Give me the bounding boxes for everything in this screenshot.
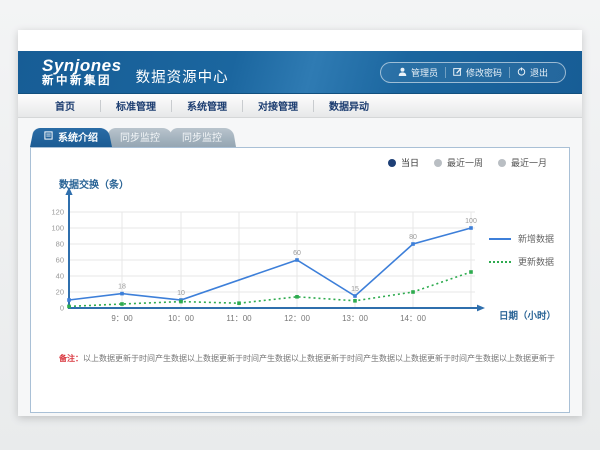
screen: Synjones 新中新集团 数据资源中心 管理员 修改密码: [0, 0, 600, 450]
svg-text:18: 18: [118, 284, 126, 291]
footnote-text: 以上数据更新于时间产生数据以上数据更新于时间产生数据以上数据更新于时间产生数据以…: [83, 354, 555, 363]
page-title: 数据资源中心: [136, 66, 229, 87]
user-icon: [398, 67, 407, 78]
app-window: Synjones 新中新集团 数据资源中心 管理员 修改密码: [18, 30, 582, 416]
main-nav: 首页 标准管理 系统管理 对接管理 数据异动: [18, 94, 582, 118]
svg-text:10: 10: [177, 290, 185, 297]
tab-label: 系统介绍: [58, 129, 98, 144]
svg-text:14：00: 14：00: [400, 314, 426, 323]
nav-item-system-mgmt[interactable]: 系统管理: [172, 98, 242, 113]
svg-text:60: 60: [293, 250, 301, 257]
tab-sync-monitor-2[interactable]: 同步监控: [168, 126, 236, 147]
svg-text:80: 80: [409, 234, 417, 241]
legend-label: 新增数据: [518, 232, 554, 245]
footnote: 备注：以上数据更新于时间产生数据以上数据更新于时间产生数据以上数据更新于时间产生…: [59, 353, 565, 364]
svg-text:80: 80: [56, 240, 64, 249]
solid-line-icon: [489, 238, 511, 240]
svg-text:100: 100: [51, 224, 64, 233]
svg-text:15: 15: [351, 286, 359, 293]
brand-logo-subtext: 新中新集团: [42, 76, 122, 88]
footnote-prefix: 备注：: [59, 354, 83, 363]
tab-bar: 系统介绍 同步监控 同步监控: [30, 126, 230, 147]
legend-item-new-data[interactable]: 新增数据: [489, 232, 554, 245]
brand-logo-text: Synjones: [42, 57, 122, 74]
chart-panel: 当日 最近一周 最近一月 数据交换（条） 0204060801001209：00…: [30, 147, 570, 413]
logout-button[interactable]: 退出: [510, 66, 555, 79]
user-label: 管理员: [411, 66, 438, 79]
tab-label: 同步监控: [182, 129, 222, 144]
x-axis-title: 日期（小时）: [499, 308, 556, 322]
legend-label: 更新数据: [518, 255, 554, 268]
tab-label: 同步监控: [120, 129, 160, 144]
nav-item-standard-mgmt[interactable]: 标准管理: [101, 98, 171, 113]
svg-text:40: 40: [56, 272, 64, 281]
svg-text:120: 120: [51, 208, 64, 217]
content-area: 系统介绍 同步监控 同步监控 当日 最近一周: [18, 118, 582, 416]
change-password-label: 修改密码: [466, 66, 502, 79]
power-icon: [517, 67, 526, 78]
legend-item-updated-data[interactable]: 更新数据: [489, 255, 554, 268]
chart-legend: 新增数据 更新数据: [489, 232, 554, 268]
svg-text:11：00: 11：00: [226, 314, 252, 323]
tab-sync-monitor-1[interactable]: 同步监控: [106, 126, 174, 147]
svg-text:12：00: 12：00: [284, 314, 310, 323]
document-icon: [44, 131, 53, 143]
edit-icon: [453, 67, 462, 78]
tab-system-intro[interactable]: 系统介绍: [30, 126, 112, 147]
nav-item-connect-mgmt[interactable]: 对接管理: [243, 98, 313, 113]
svg-text:60: 60: [56, 256, 64, 265]
app-header: Synjones 新中新集团 数据资源中心 管理员 修改密码: [18, 51, 582, 94]
svg-text:100: 100: [465, 218, 477, 225]
svg-text:13：00: 13：00: [342, 314, 368, 323]
nav-item-data-change[interactable]: 数据异动: [314, 98, 384, 113]
logout-label: 退出: [530, 66, 548, 79]
svg-text:9：00: 9：00: [111, 314, 133, 323]
svg-text:10：00: 10：00: [168, 314, 194, 323]
change-password-button[interactable]: 修改密码: [446, 66, 509, 79]
user-button[interactable]: 管理员: [391, 66, 445, 79]
user-toolbar: 管理员 修改密码 退出: [380, 62, 566, 83]
svg-text:20: 20: [56, 288, 64, 297]
brand-logo[interactable]: Synjones 新中新集团: [42, 57, 122, 88]
nav-item-home[interactable]: 首页: [30, 98, 100, 113]
dotted-line-icon: [489, 261, 511, 263]
svg-text:0: 0: [60, 304, 64, 313]
